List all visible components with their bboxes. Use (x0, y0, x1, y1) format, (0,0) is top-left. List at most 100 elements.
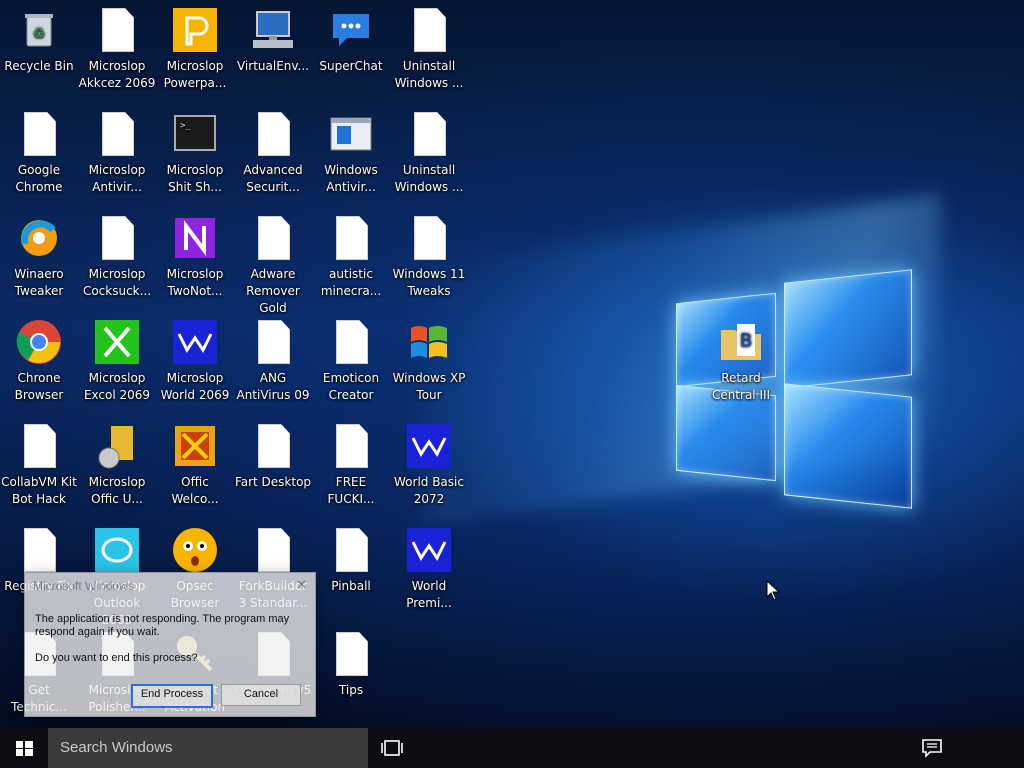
desktop-icon[interactable]: Adware Remover Gold (234, 208, 312, 315)
desktop-icon-label: Winaero Tweaker (14, 267, 64, 298)
task-view-icon[interactable] (378, 736, 406, 760)
desktop-icon-label: CollabVM Kit Bot Hack (1, 475, 77, 506)
desktop-icon[interactable]: Microslop Cocksuck... (78, 208, 156, 312)
start-button[interactable] (0, 728, 48, 768)
desktop-icon-label: Windows XP Tour (392, 371, 466, 402)
desktop-icon-label: Microslop Akkcez 2069 (78, 59, 156, 90)
desktop-icon-label: Uninstall Windows ... (394, 59, 464, 90)
folder-app-icon: B (717, 318, 765, 366)
onenote-icon (171, 214, 219, 262)
dialog-message: The application is not responding. The p… (35, 613, 290, 638)
desktop-icon[interactable]: Pinball (312, 520, 390, 624)
desktop-icon[interactable]: VirtualEnv... (234, 0, 312, 104)
chrome-icon (15, 318, 63, 366)
document-icon (249, 110, 297, 158)
terminal-icon: >_ (171, 110, 219, 158)
document-icon (15, 110, 63, 158)
dialog-question: Do you want to end this process? (35, 652, 198, 664)
document-icon (15, 526, 63, 574)
desktop-icon[interactable]: Microslop Akkcez 2069 (78, 0, 156, 104)
document-icon (405, 110, 453, 158)
desktop-icon-label: Microslop Antivir... (88, 163, 146, 194)
mouse-cursor-icon (766, 580, 781, 601)
desktop-icon[interactable]: Microslop Excol 2069 (78, 312, 156, 416)
dialog-title: Microsoft Windows (33, 579, 134, 593)
desktop-icon-label: Chrone Browser (14, 371, 64, 402)
desktop-icon-label: Offic Welco... (171, 475, 219, 506)
desktop-icon[interactable]: Windows XP Tour (390, 312, 468, 416)
document-icon (405, 214, 453, 262)
desktop-icon[interactable]: ANG AntiVirus 09 (234, 312, 312, 416)
search-box[interactable]: Search Windows (48, 728, 368, 768)
desktop-icon[interactable]: World Premi... (390, 520, 468, 624)
desktop-icon[interactable]: Windows Antivir... (312, 104, 390, 208)
desktop-icon[interactable]: CollabVM Kit Bot Hack (0, 416, 78, 520)
desktop-icon-label: Microslop Shit Sh... (166, 163, 224, 194)
desktop-icon[interactable]: Uninstall Windows ... (390, 104, 468, 208)
desktop-icon[interactable]: Microslop Offic U... (78, 416, 156, 520)
chat-icon (327, 6, 375, 54)
winaero-icon (15, 214, 63, 262)
desktop-icon[interactable]: Windows 11 Tweaks (390, 208, 468, 312)
window-app-icon (327, 110, 375, 158)
desktop-icon[interactable]: SuperChat (312, 0, 390, 104)
desktop-icon-label: VirtualEnv... (236, 59, 309, 73)
document-icon (405, 6, 453, 54)
cancel-button[interactable]: Cancel (221, 684, 301, 706)
desktop-icon[interactable]: Tips (312, 624, 390, 728)
document-icon (249, 214, 297, 262)
desktop-icon[interactable]: Microslop TwoNot... (156, 208, 234, 312)
desktop-icon-label: Microslop Powerpa... (163, 59, 227, 90)
desktop-icon-label: Google Chrome (15, 163, 63, 194)
desktop-icon-label: Microslop Offic U... (88, 475, 146, 506)
office-update-icon (93, 422, 141, 470)
desktop-icon-label: Microslop World 2069 (160, 371, 230, 402)
desktop-icon[interactable]: autistic minecra... (312, 208, 390, 312)
desktop-icon[interactable]: Chrone Browser (0, 312, 78, 416)
desktop-icon[interactable]: Emoticon Creator (312, 312, 390, 416)
office-icon (171, 422, 219, 470)
desktop-icon-label: FREE FUCKI... (327, 475, 375, 506)
desktop-icon-label: World Premi... (406, 579, 452, 610)
document-icon (327, 630, 375, 678)
computer-icon (249, 6, 297, 54)
desktop-icon[interactable]: Offic Welco... (156, 416, 234, 520)
action-center-icon[interactable] (918, 736, 946, 760)
desktop-icon[interactable]: Uninstall Windows ... (390, 0, 468, 104)
desktop-icon[interactable]: ♻ Recycle Bin (0, 0, 78, 104)
document-icon (327, 318, 375, 366)
outlook-icon (93, 526, 141, 574)
word-icon (171, 318, 219, 366)
windows-xp-icon (405, 318, 453, 366)
end-process-button[interactable]: End Process (131, 684, 213, 708)
desktop-icon[interactable]: World Basic 2072 (390, 416, 468, 520)
desktop-icon[interactable]: Fart Desktop (234, 416, 312, 520)
emoji-icon (171, 526, 219, 574)
desktop-icon[interactable]: >_ Microslop Shit Sh... (156, 104, 234, 208)
desktop-icon[interactable]: FREE FUCKI... (312, 416, 390, 520)
desktop-icon-label: SuperChat (319, 59, 383, 73)
desktop-icon[interactable]: Microslop Antivir... (78, 104, 156, 208)
desktop-icon-label: Windows 11 Tweaks (392, 267, 466, 298)
svg-text:♻: ♻ (33, 26, 46, 42)
desktop-icon-label: Adware Remover Gold (246, 267, 300, 315)
desktop-icon-label: Microslop TwoNot... (166, 267, 224, 298)
document-icon (93, 110, 141, 158)
desktop-icon[interactable]: Microslop World 2069 (156, 312, 234, 416)
document-icon (93, 6, 141, 54)
desktop-icon-label: Recycle Bin (4, 59, 74, 73)
desktop-icon[interactable]: Winaero Tweaker (0, 208, 78, 312)
document-icon (15, 422, 63, 470)
powerpoint-icon (171, 6, 219, 54)
desktop-icon[interactable]: Google Chrome (0, 104, 78, 208)
document-icon (249, 422, 297, 470)
desktop-icon[interactable]: B Retard Central III (702, 312, 780, 416)
desktop-icon[interactable]: Microslop Powerpa... (156, 0, 234, 104)
desktop-icon-label: Pinball (331, 579, 371, 593)
desktop-icon-label: Microslop Cocksuck... (82, 267, 152, 298)
document-icon (327, 422, 375, 470)
desktop-icon[interactable]: Advanced Securit... (234, 104, 312, 208)
word-icon (405, 422, 453, 470)
dialog-close-icon[interactable]: ✕ (296, 577, 307, 593)
word-icon (405, 526, 453, 574)
